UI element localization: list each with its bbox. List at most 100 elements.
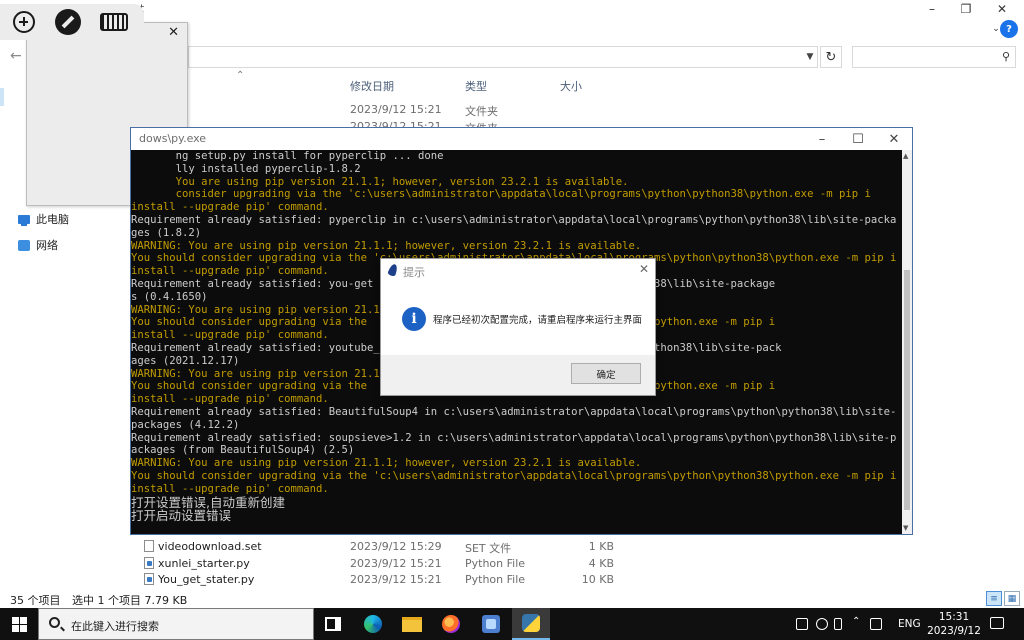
taskbar-search[interactable]: 在此键入进行搜索 <box>38 608 314 640</box>
edge-icon <box>364 615 382 633</box>
notification-icon[interactable] <box>990 617 1004 629</box>
explorer-titlebar: t – ❐ ✕ ⌄ ? <box>0 0 1024 38</box>
console-title: dows\py.exe <box>139 132 207 145</box>
row-date: 2023/9/12 15:21 <box>350 573 442 586</box>
input-language[interactable]: ENG <box>898 618 921 630</box>
task-view-button[interactable] <box>314 608 352 640</box>
close-icon[interactable]: ✕ <box>168 25 179 40</box>
console-line: ges (1.8.2) <box>131 226 202 239</box>
file-explorer-button[interactable] <box>393 608 431 640</box>
battery-icon[interactable] <box>834 618 842 630</box>
info-icon: i <box>402 307 426 331</box>
back-arrow-icon[interactable]: ← <box>10 48 22 64</box>
address-dropdown-icon[interactable]: ▼ <box>800 46 820 68</box>
remote-connection-button[interactable] <box>54 8 82 36</box>
search-icon <box>49 617 60 628</box>
sidebar-item-network[interactable]: 网络 <box>18 237 58 253</box>
console-line: WARNING: You are using pip version 21.1.… <box>131 239 642 252</box>
restore-button[interactable]: ❐ <box>948 0 984 18</box>
row-size: 4 KB <box>588 557 614 570</box>
scroll-thumb[interactable] <box>904 270 910 510</box>
message-dialog: 提示 ✕ i 程序已经初次配置完成，请重启程序来运行主界面 确定 <box>380 258 656 396</box>
python-button[interactable] <box>512 608 550 640</box>
sidebar-selection-marker <box>0 88 4 106</box>
row-type: Python File <box>465 557 526 570</box>
remote-toolbar <box>0 4 144 40</box>
zoom-in-button[interactable] <box>10 8 38 36</box>
close-button[interactable]: ✕ <box>877 128 911 150</box>
refresh-button[interactable]: ↻ <box>820 46 842 68</box>
tray-app-icon[interactable] <box>796 618 808 630</box>
console-titlebar[interactable]: dows\py.exe – ☐ ✕ <box>131 128 912 150</box>
row-date: 2023/9/12 15:21 <box>350 103 442 116</box>
console-line: 打开设置错误,自动重新创建 <box>131 495 285 509</box>
item-count: 35 个项目 <box>10 594 61 607</box>
help-icon[interactable]: ? <box>1000 20 1018 38</box>
console-line: ackages (from BeautifulSoup4) (2.5) <box>131 444 355 457</box>
column-header-type[interactable]: 类型 <box>465 78 487 94</box>
details-view-icon[interactable]: ≡ <box>986 591 1002 606</box>
taskbar: 在此键入进行搜索 ⌃ ENG 15:31 2023/9/12 <box>0 608 1024 640</box>
search-icon: ⚲ <box>1001 50 1010 63</box>
maximize-button[interactable]: ☐ <box>841 128 875 150</box>
chevron-up-icon[interactable]: ⌃ <box>852 616 864 628</box>
windows-logo-icon <box>11 616 27 632</box>
row-date: 2023/9/12 15:29 <box>350 540 442 553</box>
file-icon <box>144 540 154 552</box>
keyboard-icon <box>100 13 128 31</box>
console-line: Requirement already satisfied: pyperclip… <box>131 213 897 226</box>
ok-button[interactable]: 确定 <box>571 363 641 384</box>
close-icon[interactable]: ✕ <box>639 262 649 276</box>
console-line: ng setup.py install for pyperclip ... do… <box>131 150 444 162</box>
close-button[interactable]: ✕ <box>984 0 1020 18</box>
python-file-icon <box>144 573 154 585</box>
dialog-titlebar[interactable]: 提示 ✕ <box>381 259 655 283</box>
scroll-down-icon[interactable]: ▼ <box>903 524 908 532</box>
app-button[interactable] <box>472 608 510 640</box>
address-bar[interactable] <box>188 46 818 68</box>
dialog-body: i 程序已经初次配置完成，请重启程序来运行主界面 <box>381 283 655 355</box>
firefox-button[interactable] <box>432 608 470 640</box>
edge-button[interactable] <box>354 608 392 640</box>
search-input[interactable]: ⚲ <box>852 46 1016 68</box>
sidebar-item-label: 网络 <box>36 239 58 252</box>
minimize-button[interactable]: – <box>805 128 839 150</box>
console-line: You should consider upgrading via the 'c… <box>131 469 897 482</box>
tiles-view-icon[interactable]: ▦ <box>1004 591 1020 606</box>
volume-icon[interactable] <box>870 618 882 630</box>
console-line: Requirement already satisfied: soupsieve… <box>131 431 897 444</box>
column-header-date[interactable]: 修改日期 <box>350 78 394 94</box>
row-name: videodownload.set <box>158 540 262 553</box>
row-size: 1 KB <box>588 540 614 553</box>
task-view-icon <box>325 617 341 631</box>
keyboard-button[interactable] <box>98 8 130 36</box>
app-icon <box>482 615 500 633</box>
console-line: WARNING: You are using pip version 21.1.… <box>131 457 642 470</box>
start-button[interactable] <box>0 608 38 640</box>
row-type: 文件夹 <box>465 105 498 118</box>
python-file-icon <box>144 557 154 569</box>
column-headers: 修改日期 类型 大小 <box>130 78 1010 94</box>
console-line: Requirement already satisfied: Beautiful… <box>131 405 897 418</box>
dialog-message: 程序已经初次配置完成，请重启程序来运行主界面 <box>433 315 643 326</box>
scroll-up-icon[interactable]: ▲ <box>903 152 908 160</box>
row-type: SET 文件 <box>465 542 512 555</box>
console-scrollbar[interactable]: ▲ ▼ <box>902 150 912 534</box>
zoom-in-icon <box>13 11 35 33</box>
sidebar-item-this-pc[interactable]: 此电脑 <box>18 211 69 227</box>
pc-icon <box>18 214 30 226</box>
row-name: xunlei_starter.py <box>158 557 250 570</box>
clock[interactable]: 15:31 2023/9/12 <box>926 610 982 638</box>
console-line: lly installed pyperclip-1.8.2 <box>131 162 361 175</box>
console-line: 打开启动设置错误 <box>131 508 232 522</box>
console-line: You are using pip version 21.1.1; howeve… <box>131 175 629 188</box>
row-name: You_get_stater.py <box>158 573 255 586</box>
tray-drive-icon[interactable] <box>816 618 828 630</box>
column-header-size[interactable]: 大小 <box>560 78 582 94</box>
console-line: packages (4.12.2) <box>131 418 240 431</box>
console-line: install --upgrade pip' command. <box>131 201 329 214</box>
clock-date: 2023/9/12 <box>927 625 981 637</box>
row-type: Python File <box>465 573 526 586</box>
tk-feather-icon <box>387 262 399 278</box>
minimize-button[interactable]: – <box>914 0 950 18</box>
